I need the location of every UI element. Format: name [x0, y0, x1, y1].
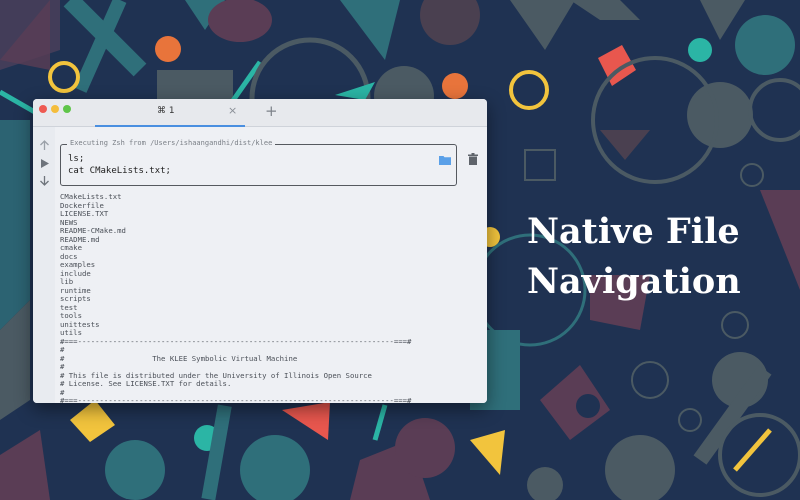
trash-icon[interactable]: [468, 153, 478, 165]
terminal-content: Executing Zsh from /Users/ishaangandhi/d…: [55, 127, 487, 403]
marketing-headline: Native File Navigation: [527, 207, 757, 307]
window-maximize-button[interactable]: [63, 105, 71, 113]
title-bar: ⌘ 1 × +: [33, 99, 487, 127]
command-input[interactable]: Executing Zsh from /Users/ishaangandhi/d…: [60, 139, 457, 186]
window-close-button[interactable]: [39, 105, 47, 113]
window-minimize-button[interactable]: [51, 105, 59, 113]
folder-icon[interactable]: [439, 155, 451, 165]
down-arrow-icon[interactable]: [39, 175, 50, 186]
tab-label: ⌘ 1: [157, 106, 175, 116]
command-output: CMakeLists.txt Dockerfile LICENSE.TXT NE…: [60, 192, 412, 403]
command-line: cat CMakeLists.txt;: [68, 166, 171, 176]
command-line: ls;: [68, 154, 85, 164]
play-icon[interactable]: [39, 158, 50, 169]
new-tab-button[interactable]: +: [265, 102, 278, 120]
command-context: Executing Zsh from /Users/ishaangandhi/d…: [67, 139, 276, 147]
tab-close-icon[interactable]: ×: [228, 104, 237, 117]
up-arrow-icon[interactable]: [39, 140, 50, 151]
headline-line: Navigation: [527, 261, 741, 302]
terminal-window: ⌘ 1 × + Executing Zsh from /Users/ishaan…: [33, 99, 487, 403]
tab-1[interactable]: ⌘ 1 ×: [95, 99, 245, 127]
history-gutter: [33, 127, 55, 403]
headline-line: Native File: [527, 211, 740, 252]
